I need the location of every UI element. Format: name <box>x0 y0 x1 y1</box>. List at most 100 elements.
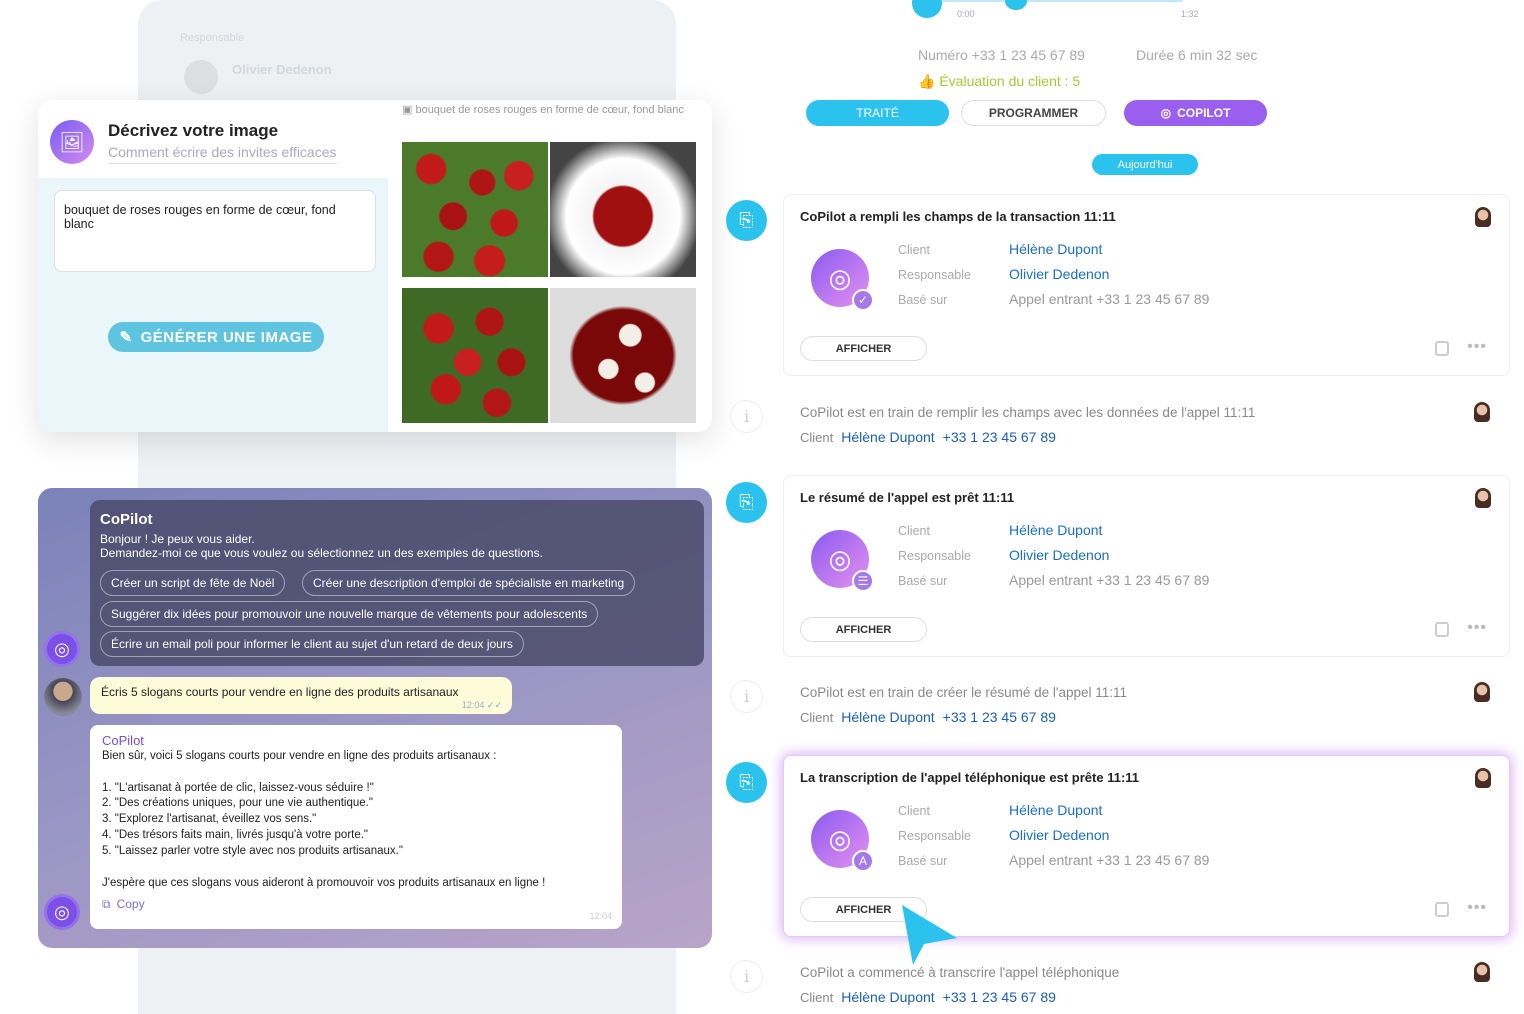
copilot-chat: CoPilot Bonjour ! Je peux vous aider. Dem… <box>38 488 712 948</box>
phone-link[interactable]: +33 1 23 45 67 89 <box>943 429 1056 445</box>
client-link[interactable]: Hélène Dupont <box>1009 802 1102 818</box>
double-check-icon: ✓✓ <box>486 700 502 710</box>
wand-icon: ✎ <box>119 329 133 346</box>
copilot-reply: CoPilot Bien sûr, voici 5 slogans courts… <box>90 725 622 929</box>
background-section-label: Responsable <box>180 32 245 44</box>
info-icon: i <box>730 680 763 713</box>
client-label: Client <box>898 804 930 818</box>
client-label: Client <box>800 710 834 725</box>
responsible-link[interactable]: Olivier Dedenon <box>1009 266 1109 282</box>
suggestion-chip[interactable]: Écrire un email poli pour informer le cl… <box>100 631 524 657</box>
client-label: Client <box>800 990 834 1005</box>
suggestion-chip[interactable]: Créer un script de fête de Noël <box>100 570 286 596</box>
reply-item: 2. "Des créations uniques, pour une vie … <box>102 797 373 810</box>
phone-link[interactable]: +33 1 23 45 67 89 <box>943 989 1056 1005</box>
user-avatar <box>1475 207 1491 227</box>
time-end: 1:32 <box>1181 9 1199 19</box>
image-title: Décrivez votre image <box>108 121 279 140</box>
copy-label: Copy <box>116 897 145 912</box>
copilot-label: COPILOT <box>1177 106 1231 120</box>
user-avatar <box>1474 402 1490 422</box>
user-avatar <box>1475 768 1491 788</box>
note-icon[interactable] <box>1435 622 1449 637</box>
generated-image-3[interactable] <box>402 288 548 423</box>
user-avatar <box>44 678 82 716</box>
note-icon[interactable] <box>1435 341 1449 356</box>
more-options-icon[interactable]: ••• <box>1467 619 1487 637</box>
list-icon: ☰ <box>852 570 874 592</box>
reply-author: CoPilot <box>102 733 144 748</box>
reply-intro: Bien sûr, voici 5 slogans courts pour ve… <box>102 749 497 762</box>
prompt-input[interactable]: bouquet de roses rouges en forme de cœur… <box>54 190 376 272</box>
copilot-button[interactable]: ◎ COPILOT <box>1124 100 1267 126</box>
client-link[interactable]: Hélène Dupont <box>1009 522 1102 538</box>
client-rating: 👍 Évaluation du client : 5 <box>918 73 1080 90</box>
info-text: CoPilot est en train de créer le résumé … <box>800 685 1128 700</box>
info-icon: i <box>730 400 763 433</box>
letter-a-icon: A <box>852 850 874 872</box>
background-name: Olivier Dedenon <box>232 62 332 77</box>
responsible-link[interactable]: Olivier Dedenon <box>1009 827 1109 843</box>
note-icon[interactable] <box>1435 902 1449 917</box>
info-text: CoPilot a commencé à transcrire l'appel … <box>800 965 1120 980</box>
generated-image-4[interactable] <box>550 288 696 423</box>
reply-item: 5. "Laissez parler votre style avec nos … <box>102 844 403 857</box>
user-message: Écris 5 slogans courts pour vendre en li… <box>90 677 512 714</box>
reply-outro: J'espère que ces slogans vous aideront à… <box>102 876 546 889</box>
generated-image-2[interactable] <box>550 142 696 277</box>
copy-button[interactable]: ⧉ Copy <box>102 897 610 913</box>
pause-button[interactable] <box>912 0 942 18</box>
responsible-label: Responsable <box>898 829 971 843</box>
reply-item: 4. "Des trésors faits main, livrés jusqu… <box>102 828 369 841</box>
based-on-value: Appel entrant +33 1 23 45 67 89 <box>1009 291 1210 307</box>
show-button[interactable]: AFFICHER <box>800 336 927 361</box>
client-link[interactable]: Hélène Dupont <box>841 709 934 725</box>
rating-text: Évaluation du client : 5 <box>939 73 1081 89</box>
reply-item: 3. "Explorez l'artisanat, éveillez vos s… <box>102 813 317 826</box>
check-icon: ✓ <box>852 289 874 311</box>
audio-progress-knob[interactable] <box>1005 0 1027 10</box>
user-message-text: Écris 5 slogans courts pour vendre en li… <box>101 685 459 699</box>
card-title: La transcription de l'appel téléphonique… <box>800 770 1140 785</box>
audio-progress-track[interactable] <box>942 0 1182 2</box>
info-details: Client Hélène Dupont +33 1 23 45 67 89 <box>800 989 1056 1005</box>
more-options-icon[interactable]: ••• <box>1467 338 1487 356</box>
generate-label: GÉNÉRER UNE IMAGE <box>140 328 313 346</box>
image-generator-card: 🖼 Décrivez votre image Comment écrire de… <box>38 100 712 432</box>
based-on-value: Appel entrant +33 1 23 45 67 89 <box>1009 852 1210 868</box>
user-avatar <box>1474 682 1490 702</box>
copilot-logo-icon: ◎ <box>1160 106 1172 120</box>
treated-button[interactable]: TRAITÉ <box>806 100 949 126</box>
more-options-icon[interactable]: ••• <box>1467 899 1487 917</box>
generated-image-1[interactable] <box>402 142 548 277</box>
suggestion-chip[interactable]: Suggérer dix idées pour promouvoir une n… <box>100 601 599 627</box>
client-label: Client <box>898 243 930 257</box>
responsible-label: Responsable <box>898 549 971 563</box>
chat-title: CoPilot <box>100 511 153 528</box>
time: 12:04 <box>461 700 485 710</box>
suggestion-chip[interactable]: Créer une description d'emploi de spécia… <box>302 570 636 596</box>
user-avatar <box>1475 488 1491 508</box>
help-link[interactable]: Comment écrire des invites efficaces <box>108 144 337 164</box>
phone-link[interactable]: +33 1 23 45 67 89 <box>943 709 1056 725</box>
timeline-card: La transcription de l'appel téléphonique… <box>783 755 1510 937</box>
copy-icon: ⧉ <box>102 897 111 912</box>
responsible-label: Responsable <box>898 268 971 282</box>
based-on-value: Appel entrant +33 1 23 45 67 89 <box>1009 572 1210 588</box>
show-button[interactable]: AFFICHER <box>800 617 927 642</box>
copilot-welcome: CoPilot Bonjour ! Je peux vous aider. Dem… <box>90 500 704 666</box>
info-text: CoPilot est en train de remplir les cham… <box>800 405 1256 420</box>
generate-image-button[interactable]: ✎ GÉNÉRER UNE IMAGE <box>108 322 324 352</box>
user-avatar <box>1474 962 1490 982</box>
based-on-label: Basé sur <box>898 574 948 588</box>
reply-time: 12:04 <box>589 911 612 922</box>
responsible-link[interactable]: Olivier Dedenon <box>1009 547 1109 563</box>
image-caption: ▣ bouquet de roses rouges en forme de cœ… <box>402 103 702 117</box>
background-avatar <box>184 60 218 94</box>
client-link[interactable]: Hélène Dupont <box>1009 241 1102 257</box>
image-icon: ▣ <box>402 104 416 116</box>
client-link[interactable]: Hélène Dupont <box>841 989 934 1005</box>
call-number: Numéro +33 1 23 45 67 89 <box>918 47 1085 63</box>
client-link[interactable]: Hélène Dupont <box>841 429 934 445</box>
schedule-button[interactable]: PROGRAMMER <box>961 100 1106 126</box>
